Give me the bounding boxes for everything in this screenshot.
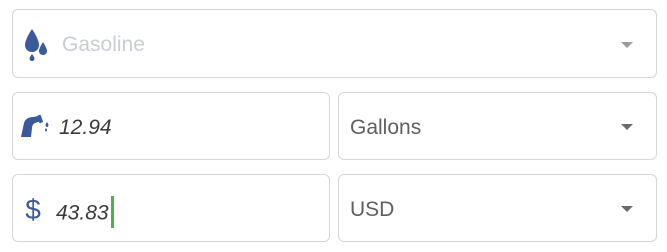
price-value-wrap: 43.83 [56,196,114,230]
fuel-drops-icon [23,27,49,61]
fuel-type-dropdown[interactable]: Gasoline [12,9,657,78]
fuel-type-chevron-down-icon [621,42,633,48]
currency-chevron-down-icon [621,206,633,212]
svg-text:$: $ [25,194,41,224]
fuel-amount-input[interactable]: 12.94 [12,92,330,160]
unit-chevron-down-icon [621,124,633,130]
dollar-icon: $ [24,194,42,224]
fuel-type-placeholder: Gasoline [62,33,145,56]
fuel-amount-value: 12.94 [59,116,112,139]
text-cursor [110,196,114,228]
price-value: 43.83 [56,201,109,225]
currency-dropdown[interactable]: USD [338,174,657,242]
currency-selected: USD [350,198,395,221]
price-input[interactable]: $ 43.83 [12,174,330,242]
unit-selected: Gallons [350,116,422,139]
fuel-nozzle-icon [19,113,51,139]
unit-dropdown[interactable]: Gallons [338,92,657,160]
